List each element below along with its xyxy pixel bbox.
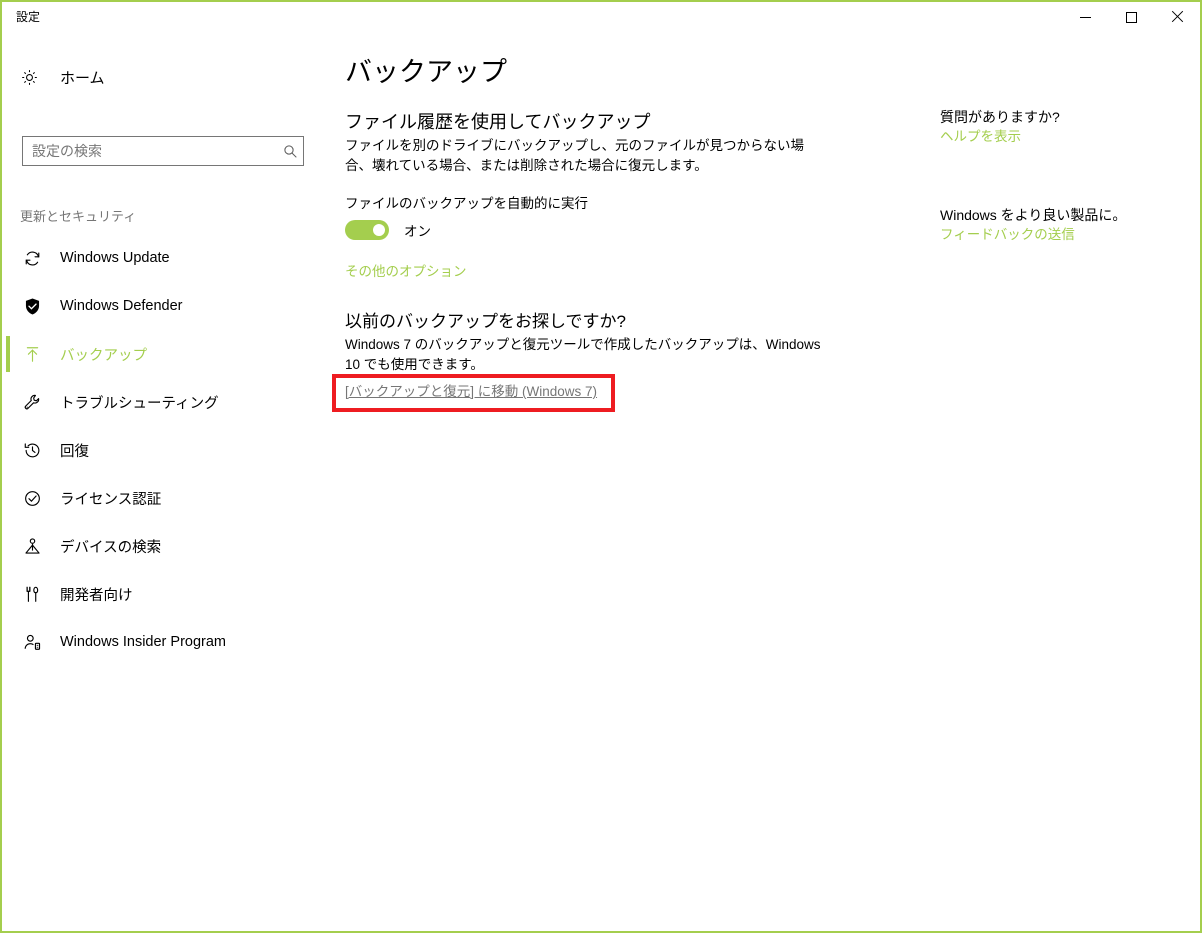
close-button[interactable]: [1154, 2, 1200, 32]
sidebar-item-label: トラブルシューティング: [60, 395, 219, 412]
sidebar-group-header: 更新とセキュリティ: [20, 209, 137, 224]
sidebar-item-find-my-device[interactable]: デバイスの検索: [4, 522, 332, 570]
file-history-section-description: ファイルを別のドライブにバックアップし、元のファイルが見つからない場合、壊れてい…: [345, 138, 804, 173]
auto-backup-label: ファイルのバックアップを自動的に実行: [345, 196, 588, 211]
selection-indicator: [6, 624, 10, 660]
sidebar-item-label: ライセンス認証: [60, 491, 162, 508]
search-icon[interactable]: [277, 144, 303, 159]
toggle-knob: [373, 224, 385, 236]
sidebar-item-label: Windows Insider Program: [60, 634, 226, 650]
rail-block-feedback: Windows をより良い製品に。 フィードバックの送信: [940, 205, 1126, 245]
sidebar-item-for-developers[interactable]: 開発者向け: [4, 570, 332, 618]
refresh-icon: [20, 249, 44, 268]
rail-feedback-heading: Windows をより良い製品に。: [940, 207, 1127, 223]
sidebar-item-windows-defender[interactable]: Windows Defender: [4, 282, 332, 330]
upload-arrow-icon: [20, 345, 44, 364]
selection-indicator: [6, 480, 10, 516]
sidebar-item-troubleshoot[interactable]: トラブルシューティング: [4, 378, 332, 426]
file-history-section-title: ファイル履歴を使用してバックアップ: [345, 112, 651, 132]
selection-indicator: [6, 240, 10, 276]
give-feedback-link[interactable]: フィードバックの送信: [940, 227, 1075, 242]
sidebar-item-label: Windows Update: [60, 250, 170, 266]
title-bar: 設定: [2, 2, 1200, 32]
rail-block-help: 質問がありますか? ヘルプを表示: [940, 107, 1060, 147]
search-box[interactable]: [22, 136, 304, 166]
auto-backup-toggle-row: オン: [345, 220, 431, 240]
maximize-icon: [1125, 11, 1137, 23]
minimize-button[interactable]: [1062, 2, 1108, 32]
sidebar-item-label: 回復: [60, 443, 89, 460]
page-title: バックアップ: [345, 57, 507, 87]
auto-backup-toggle-state: オン: [404, 224, 431, 239]
selection-indicator: [6, 288, 10, 324]
wrench-icon: [20, 393, 44, 412]
settings-window: 設定 ホーム 設定の検索 更新とセキュリティ Windows Update Wi…: [0, 0, 1202, 933]
find-device-icon: [20, 537, 44, 556]
search-input[interactable]: [23, 138, 277, 164]
tools-icon: [20, 585, 44, 604]
minimize-icon: [1079, 16, 1091, 18]
check-circle-icon: [20, 489, 44, 508]
auto-backup-toggle[interactable]: [345, 220, 389, 240]
sidebar-item-windows-update[interactable]: Windows Update: [4, 234, 332, 282]
sidebar-item-label: デバイスの検索: [60, 539, 162, 556]
selection-indicator: [6, 576, 10, 612]
sidebar-item-activation[interactable]: ライセンス認証: [4, 474, 332, 522]
legacy-backup-section-title: 以前のバックアップをお探しですか?: [345, 312, 626, 331]
get-help-link[interactable]: ヘルプを表示: [940, 129, 1021, 144]
window-title: 設定: [16, 10, 41, 24]
sidebar-item-label: バックアップ: [60, 347, 147, 364]
sidebar: ホーム 更新とセキュリティ: [4, 32, 332, 931]
sidebar-item-backup[interactable]: バックアップ: [4, 330, 332, 378]
more-options-link[interactable]: その他のオプション: [345, 262, 467, 282]
selection-indicator: [6, 528, 10, 564]
selection-indicator: [6, 384, 10, 420]
shield-icon: [20, 297, 44, 316]
close-icon: [1171, 11, 1183, 23]
sidebar-item-home-label: ホーム: [60, 69, 105, 87]
sidebar-item-label: 開発者向け: [60, 587, 133, 604]
sidebar-item-windows-insider-program[interactable]: Windows Insider Program: [4, 618, 332, 666]
gear-icon: [20, 68, 46, 87]
rail-help-heading: 質問がありますか?: [940, 109, 1060, 125]
history-clock-icon: [20, 441, 44, 460]
window-controls: [1062, 2, 1200, 32]
person-insider-icon: [20, 633, 44, 652]
selection-indicator: [6, 432, 10, 468]
go-to-backup-and-restore-link[interactable]: [バックアップと復元] に移動 (Windows 7): [345, 382, 597, 402]
sidebar-item-recovery[interactable]: 回復: [4, 426, 332, 474]
maximize-button[interactable]: [1108, 2, 1154, 32]
sidebar-item-label: Windows Defender: [60, 298, 183, 314]
sidebar-item-home[interactable]: ホーム: [20, 60, 310, 94]
sidebar-nav-list: Windows Update Windows Defender バックアップ ト…: [4, 234, 332, 666]
selection-indicator: [6, 336, 10, 372]
legacy-backup-section-description: Windows 7 のバックアップと復元ツールで作成したバックアップは、Wind…: [345, 337, 821, 372]
